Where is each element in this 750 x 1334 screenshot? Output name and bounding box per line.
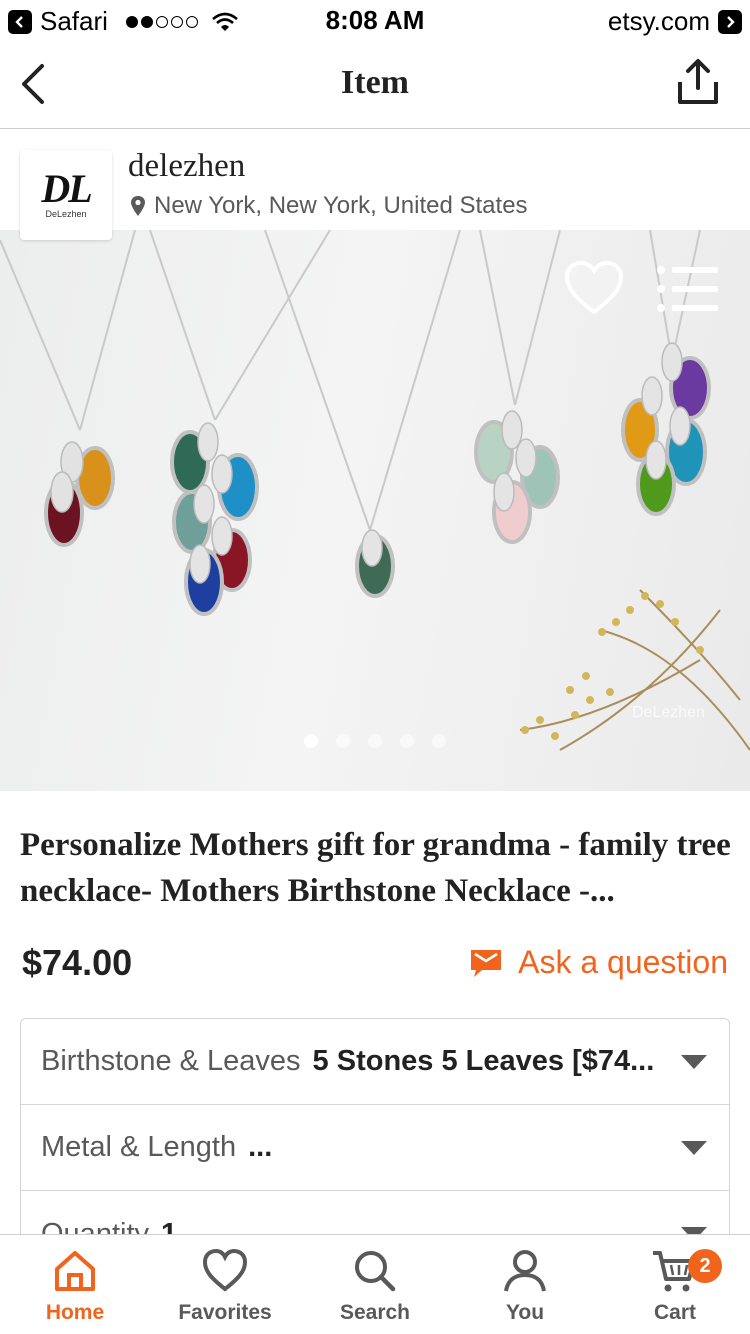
tab-label: Cart: [653, 1301, 696, 1324]
select-label: Birthstone & Leaves: [41, 1045, 301, 1077]
logo-text: DeLezhen: [45, 209, 87, 219]
page-title: Item: [341, 64, 409, 101]
birthstone-select[interactable]: Birthstone & Leaves 5 Stones 5 Leaves [$…: [21, 1019, 729, 1105]
item-title: Personalize Mothers gift for grandma - f…: [20, 827, 731, 909]
caret-down-icon: [681, 1055, 707, 1069]
select-value: 5 Stones 5 Leaves [$74...: [312, 1045, 655, 1077]
tab-you[interactable]: You: [450, 1235, 600, 1334]
carousel-dot[interactable]: [432, 734, 446, 748]
shop-location: New York, New York, United States: [130, 192, 528, 220]
watermark: DeLezhen: [632, 704, 705, 721]
dried-flowers: [519, 589, 750, 751]
tab-label: Search: [339, 1301, 411, 1324]
product-image[interactable]: DeLezhen: [0, 230, 750, 791]
item-price: $74.00: [22, 942, 133, 983]
site-label[interactable]: etsy.com: [608, 6, 710, 37]
shop-location-text: New York, New York, United States: [154, 192, 528, 219]
logo-mark: DL: [41, 166, 92, 211]
location-pin-icon: [131, 196, 145, 216]
carousel-dot[interactable]: [400, 734, 414, 748]
necklace-5: [621, 342, 711, 516]
search-icon: [355, 1251, 396, 1292]
shop-name[interactable]: delezhen: [128, 148, 245, 185]
carousel-dot[interactable]: [336, 734, 350, 748]
tab-label: Favorites: [178, 1301, 272, 1324]
necklace-2: [170, 422, 259, 616]
status-bar: Safari 8:08 AM etsy.com: [0, 0, 750, 40]
metal-length-select[interactable]: Metal & Length ...: [21, 1105, 729, 1191]
select-label: Metal & Length: [41, 1131, 237, 1163]
cart-count-badge: 2: [688, 1249, 722, 1283]
tab-label: You: [505, 1301, 545, 1324]
carousel-dot[interactable]: [304, 734, 318, 748]
tab-cart[interactable]: Cart 2: [600, 1235, 750, 1334]
nav-bar: Item: [0, 40, 750, 129]
carousel-dot[interactable]: [368, 734, 382, 748]
heart-icon: [202, 1248, 248, 1292]
user-icon: [504, 1250, 546, 1292]
select-value: ...: [248, 1131, 273, 1163]
status-right: etsy.com: [608, 6, 742, 37]
home-icon: [55, 1251, 95, 1291]
favorite-heart-icon[interactable]: [564, 260, 624, 316]
shop-header[interactable]: DL DeLezhen delezhen New York, New York,…: [0, 130, 750, 240]
tab-favorites[interactable]: Favorites: [150, 1235, 300, 1334]
share-icon[interactable]: [676, 58, 720, 106]
add-to-list-icon[interactable]: [656, 264, 720, 314]
tab-label: Home: [45, 1301, 105, 1324]
message-icon: [471, 949, 502, 977]
necklace-3: [355, 529, 395, 598]
necklace-1: [44, 441, 115, 547]
ask-question-button[interactable]: Ask a question: [470, 944, 728, 981]
tab-home[interactable]: Home: [0, 1235, 150, 1334]
image-carousel-dots[interactable]: [0, 734, 750, 748]
tab-bar: Home Favorites Search You Cart 2: [0, 1234, 750, 1334]
tab-search[interactable]: Search: [300, 1235, 450, 1334]
forward-icon[interactable]: [718, 9, 742, 34]
caret-down-icon: [681, 1141, 707, 1155]
shop-logo[interactable]: DL DeLezhen: [20, 150, 112, 240]
necklace-4: [474, 410, 560, 544]
ask-question-label: Ask a question: [518, 944, 728, 980]
